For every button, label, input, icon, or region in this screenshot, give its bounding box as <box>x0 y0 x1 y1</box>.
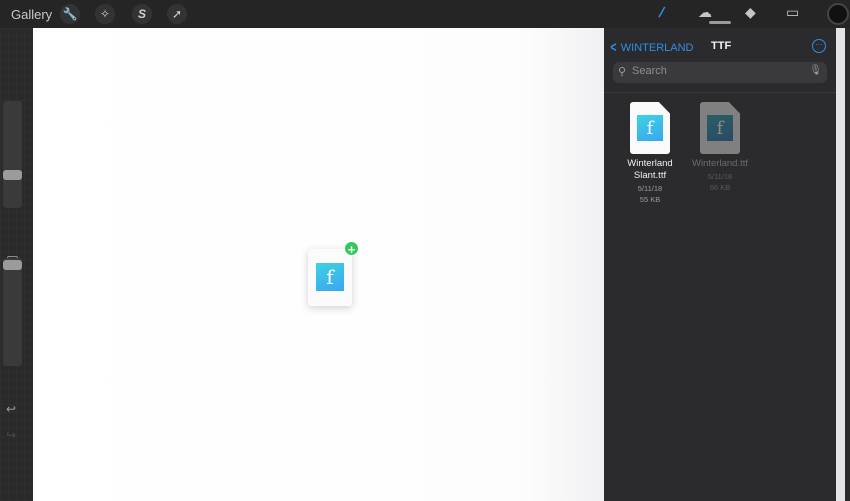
top-toolbar: Gallery 🔧 ✧ S ➚ / ☁ ◆ ▭ <box>0 0 850 28</box>
file-date: 5/11/18 <box>707 172 733 181</box>
file-item[interactable]: f Winterland Slant.ttf 5/11/18 55 KB <box>615 102 685 205</box>
file-date: 5/11/18 <box>637 184 663 193</box>
file-size: 66 KB <box>709 183 731 192</box>
file-size: 55 KB <box>639 195 661 204</box>
active-tool-indicator <box>709 21 731 24</box>
microphone-icon[interactable]: 🎙 <box>809 65 822 76</box>
file-name: Winterland <box>627 158 673 169</box>
file-item[interactable]: f Winterland.ttf 5/11/18 66 KB <box>685 102 755 193</box>
chevron-left-icon: < <box>610 39 617 56</box>
gallery-button[interactable]: Gallery <box>11 7 52 22</box>
arrow-cursor-icon[interactable]: ➚ <box>167 4 187 24</box>
search-field[interactable]: ⚲ 🎙 <box>613 62 827 83</box>
divider <box>604 92 836 93</box>
back-button[interactable]: < WINTERLAND <box>609 39 694 56</box>
files-browser-panel: < WINTERLAND TTF ··· ⚲ 🎙 f Winterland Sl… <box>604 28 836 501</box>
opacity-thumb[interactable] <box>3 260 22 270</box>
eraser-icon[interactable]: ◆ <box>745 4 756 21</box>
color-picker-button[interactable] <box>827 3 849 25</box>
panel-edge <box>836 28 845 501</box>
search-input[interactable] <box>632 65 802 77</box>
dragged-font-file[interactable]: f <box>308 249 352 306</box>
folder-title: TTF <box>711 40 732 52</box>
more-options-icon[interactable]: ··· <box>812 39 826 53</box>
opacity-slider[interactable] <box>3 258 22 366</box>
file-name: Slant.ttf <box>633 170 667 181</box>
sidebar: ↩ ↪ <box>0 28 32 501</box>
redo-icon[interactable]: ↪ <box>6 428 16 442</box>
smudge-icon[interactable]: ☁ <box>698 4 712 21</box>
back-label: WINTERLAND <box>620 41 694 54</box>
font-file-icon: f <box>707 115 733 141</box>
selection-s-icon[interactable]: S <box>132 4 152 24</box>
search-icon: ⚲ <box>618 66 627 78</box>
file-thumbnail: f <box>630 102 670 154</box>
wrench-icon[interactable]: 🔧 <box>60 4 80 24</box>
file-name: Winterland.ttf <box>692 158 748 169</box>
add-badge-icon: + <box>344 241 359 257</box>
font-file-icon: f <box>316 263 344 291</box>
brush-icon[interactable]: / <box>657 4 667 20</box>
brush-size-thumb[interactable] <box>3 170 22 180</box>
layers-icon[interactable]: ▭ <box>786 4 799 21</box>
magic-wand-icon[interactable]: ✧ <box>95 4 115 24</box>
file-thumbnail: f <box>700 102 740 154</box>
brush-size-slider[interactable] <box>3 101 22 208</box>
font-file-icon: f <box>637 115 663 141</box>
undo-icon[interactable]: ↩ <box>6 402 16 416</box>
